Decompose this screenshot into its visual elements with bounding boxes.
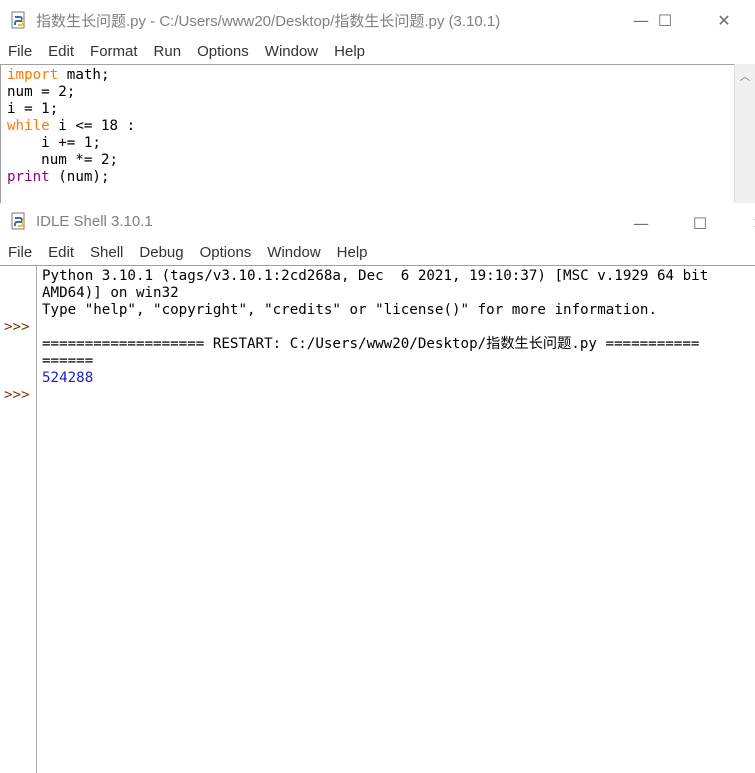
code-line[interactable]: num = 2; <box>7 84 729 101</box>
close-icon: ✕ <box>717 10 731 30</box>
maximize-button[interactable]: ☐ <box>677 203 723 243</box>
menu-options[interactable]: Options <box>197 43 257 60</box>
code-line[interactable]: i += 1; <box>7 135 729 152</box>
code-line[interactable]: i = 1; <box>7 101 729 118</box>
menu-window[interactable]: Window <box>265 43 326 60</box>
code-line[interactable]: print (num); <box>7 169 729 186</box>
code-token: math; <box>58 67 110 83</box>
shell-line: =================== RESTART: C:/Users/ww… <box>42 336 700 352</box>
editor-menubar: File Edit Format Run Options Window Help <box>0 40 755 62</box>
code-token: num *= 2; <box>7 152 119 168</box>
prompt-gutter: >>> >>> <box>0 266 37 773</box>
maximize-icon: ☐ <box>657 10 673 30</box>
shell-menubar: File Edit Shell Debug Options Window Hel… <box>0 241 755 263</box>
menu-format[interactable]: Format <box>90 43 146 60</box>
menu-run[interactable]: Run <box>154 43 190 60</box>
scroll-up-icon[interactable]: ︿ <box>735 68 755 84</box>
menu-help[interactable]: Help <box>337 244 376 261</box>
menu-debug[interactable]: Debug <box>139 244 191 261</box>
code-token: while <box>7 118 50 134</box>
minimize-button[interactable]: — <box>618 203 664 243</box>
shell-title: IDLE Shell 3.10.1 <box>36 212 153 230</box>
menu-file[interactable]: File <box>8 43 40 60</box>
menu-edit[interactable]: Edit <box>48 244 82 261</box>
maximize-button[interactable]: ☐ <box>642 0 688 40</box>
shell-prompt: >>> <box>4 319 30 335</box>
shell-line: Type "help", "copyright", "credits" or "… <box>42 302 657 318</box>
code-line[interactable]: num *= 2; <box>7 152 729 169</box>
python-file-icon <box>11 11 25 29</box>
code-token: print <box>7 169 50 185</box>
shell-prompt: >>> <box>4 387 30 403</box>
code-editor[interactable]: import math; num = 2; i = 1; while i <= 18 … <box>0 64 735 203</box>
editor-titlebar[interactable]: 指数生长问题.py - C:/Users/www20/Desktop/指数生长问… <box>0 0 755 40</box>
menu-file[interactable]: File <box>8 244 40 261</box>
menu-options[interactable]: Options <box>200 244 260 261</box>
menu-window[interactable]: Window <box>267 244 328 261</box>
code-token: i = 1; <box>7 101 59 117</box>
code-token: import <box>7 67 59 83</box>
maximize-icon: ☐ <box>692 213 708 233</box>
code-line[interactable]: import math; <box>7 67 729 84</box>
menu-help[interactable]: Help <box>334 43 373 60</box>
menu-edit[interactable]: Edit <box>48 43 82 60</box>
shell-window: IDLE Shell 3.10.1 — ☐ ✕ File Edit Shell … <box>0 203 755 773</box>
code-token: (num); <box>49 169 110 185</box>
editor-window: 指数生长问题.py - C:/Users/www20/Desktop/指数生长问… <box>0 0 755 204</box>
menu-shell[interactable]: Shell <box>90 244 131 261</box>
close-button[interactable]: ✕ <box>736 203 755 243</box>
code-token: num = 2; <box>7 84 76 100</box>
shell-titlebar[interactable]: IDLE Shell 3.10.1 — ☐ ✕ <box>0 203 755 239</box>
shell-body[interactable]: >>> >>> Python 3.10.1 (tags/v3.10.1:2cd26… <box>0 265 755 773</box>
shell-line: ====== <box>42 353 94 369</box>
shell-line: AMD64)] on win32 <box>42 285 179 301</box>
code-token: i += 1; <box>7 135 101 151</box>
python-file-icon <box>11 212 25 230</box>
close-button[interactable]: ✕ <box>701 0 747 40</box>
editor-scrollbar[interactable]: ︿ <box>734 64 755 203</box>
editor-title: 指数生长问题.py - C:/Users/www20/Desktop/指数生长问… <box>36 12 501 30</box>
minimize-icon: — <box>633 213 649 233</box>
code-token: i <= 18 : <box>49 118 136 134</box>
shell-line: 524288 <box>42 370 94 386</box>
shell-output[interactable]: Python 3.10.1 (tags/v3.10.1:2cd268a, Dec… <box>42 268 755 387</box>
code-line[interactable]: while i <= 18 : <box>7 118 729 135</box>
shell-line: Python 3.10.1 (tags/v3.10.1:2cd268a, Dec… <box>42 268 709 284</box>
